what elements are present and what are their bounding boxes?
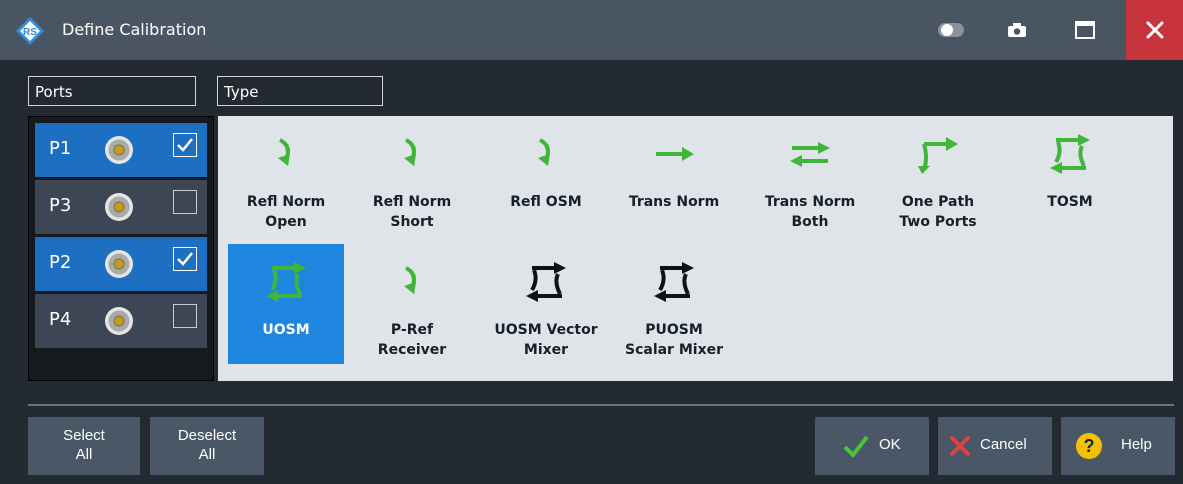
maximize-icon <box>1075 21 1095 39</box>
type-label-line: Trans Norm <box>764 194 856 210</box>
checkmark-icon <box>177 138 193 152</box>
type-label-line: Mixer <box>523 342 569 358</box>
tosm-icon <box>1050 134 1090 174</box>
port-row-p4[interactable]: P4 <box>35 294 207 348</box>
type-label: Type <box>217 76 383 106</box>
type-label-line: P-Ref <box>390 322 434 338</box>
port-name: P3 <box>49 195 72 216</box>
type-refl-osm[interactable]: Refl OSM <box>488 116 604 236</box>
svg-text:RS: RS <box>23 27 37 38</box>
cancel-icon <box>950 436 970 456</box>
ports-label: Ports <box>28 76 196 106</box>
type-label-line: Both <box>791 214 829 230</box>
rs-logo-icon: RS <box>16 17 44 45</box>
type-label-line: Short <box>390 214 434 230</box>
one-path-icon <box>918 137 958 174</box>
type-label-line: Refl OSM <box>510 194 582 210</box>
port-name: P1 <box>49 138 72 159</box>
button-label: Deselect <box>177 427 237 444</box>
type-label-line: Refl Norm <box>246 194 326 210</box>
maximize-button[interactable] <box>1058 0 1112 60</box>
type-uosm[interactable]: UOSM <box>228 244 344 364</box>
type-label-line: Two Ports <box>899 214 977 230</box>
close-button[interactable] <box>1126 0 1183 60</box>
select-all-button[interactable]: Select All <box>28 417 140 475</box>
type-refl-norm-short[interactable]: Refl Norm Short <box>354 116 470 236</box>
type-label-line: Refl Norm <box>372 194 452 210</box>
button-label: Select <box>63 427 105 444</box>
divider <box>28 404 1174 406</box>
help-button[interactable]: ? Help <box>1061 417 1175 475</box>
button-label: Help <box>1121 436 1152 453</box>
type-one-path-two-ports[interactable]: One Path Two Ports <box>880 116 996 236</box>
type-refl-norm-open[interactable]: Refl Norm Open <box>228 116 344 236</box>
deselect-all-button[interactable]: Deselect All <box>150 417 264 475</box>
type-label-line: Receiver <box>377 342 447 358</box>
help-icon: ? <box>1076 433 1102 459</box>
tosm-icon <box>266 262 306 302</box>
type-puosm-scalar-mixer[interactable]: PUOSM Scalar Mixer <box>616 244 732 364</box>
calibration-type-grid: Refl Norm Open Refl Norm Short Refl OSM Tr… <box>218 116 1173 381</box>
refl-icon <box>538 138 550 166</box>
type-trans-norm-both[interactable]: Trans Norm Both <box>752 116 868 236</box>
svg-text:?: ? <box>1084 436 1095 456</box>
window-title: Define Calibration <box>62 20 207 39</box>
type-label-line: Open <box>265 214 307 230</box>
port-row-p3[interactable]: P3 <box>35 180 207 234</box>
port-checkbox[interactable] <box>173 190 197 214</box>
port-name: P2 <box>49 252 72 273</box>
type-label-line: TOSM <box>1047 194 1093 210</box>
refl-icon <box>278 138 290 166</box>
port-connector-icon <box>105 193 133 221</box>
button-label: Cancel <box>980 436 1027 453</box>
trans-both-icon <box>790 142 830 167</box>
screenshot-button[interactable] <box>990 0 1044 60</box>
checkmark-icon <box>177 252 193 266</box>
button-label: All <box>198 446 216 463</box>
cancel-button[interactable]: Cancel <box>938 417 1052 475</box>
type-uosm-vector-mixer[interactable]: UOSM Vector Mixer <box>488 244 604 364</box>
define-calibration-dialog: RS Define Calibration Ports Type P1 P3 P… <box>0 0 1183 484</box>
type-label-line: PUOSM <box>645 322 703 338</box>
type-label-line: Scalar Mixer <box>624 342 723 358</box>
port-checkbox[interactable] <box>173 304 197 328</box>
type-trans-norm[interactable]: Trans Norm <box>616 116 732 236</box>
port-checkbox[interactable] <box>173 133 197 157</box>
type-label-line: UOSM Vector <box>494 322 598 338</box>
type-tosm[interactable]: TOSM <box>1012 116 1128 236</box>
port-checkbox[interactable] <box>173 247 197 271</box>
type-label-line: Trans Norm <box>628 194 720 210</box>
title-bar: RS Define Calibration <box>0 0 1183 60</box>
button-label: OK <box>879 436 901 453</box>
ports-list: P1 P3 P2 P4 <box>28 116 214 381</box>
toggle-button[interactable] <box>924 0 978 60</box>
type-label-line: UOSM <box>262 322 310 338</box>
button-label: All <box>75 446 93 463</box>
port-row-p2[interactable]: P2 <box>35 237 207 291</box>
port-row-p1[interactable]: P1 <box>35 123 207 177</box>
camera-icon <box>1008 23 1026 37</box>
port-connector-icon <box>105 307 133 335</box>
port-connector-icon <box>105 136 133 164</box>
mixer-icon <box>526 262 566 302</box>
checkmark-icon <box>843 435 869 458</box>
toggle-icon <box>938 23 964 37</box>
type-p-ref-receiver[interactable]: P-Ref Receiver <box>354 244 470 364</box>
mixer-icon <box>654 262 694 302</box>
trans-arrow-icon <box>656 147 694 161</box>
refl-icon <box>404 266 416 294</box>
type-label-line: One Path <box>901 194 975 210</box>
port-connector-icon <box>105 250 133 278</box>
close-icon <box>1146 21 1163 39</box>
refl-icon <box>404 138 416 166</box>
port-name: P4 <box>49 309 72 330</box>
ok-button[interactable]: OK <box>815 417 929 475</box>
